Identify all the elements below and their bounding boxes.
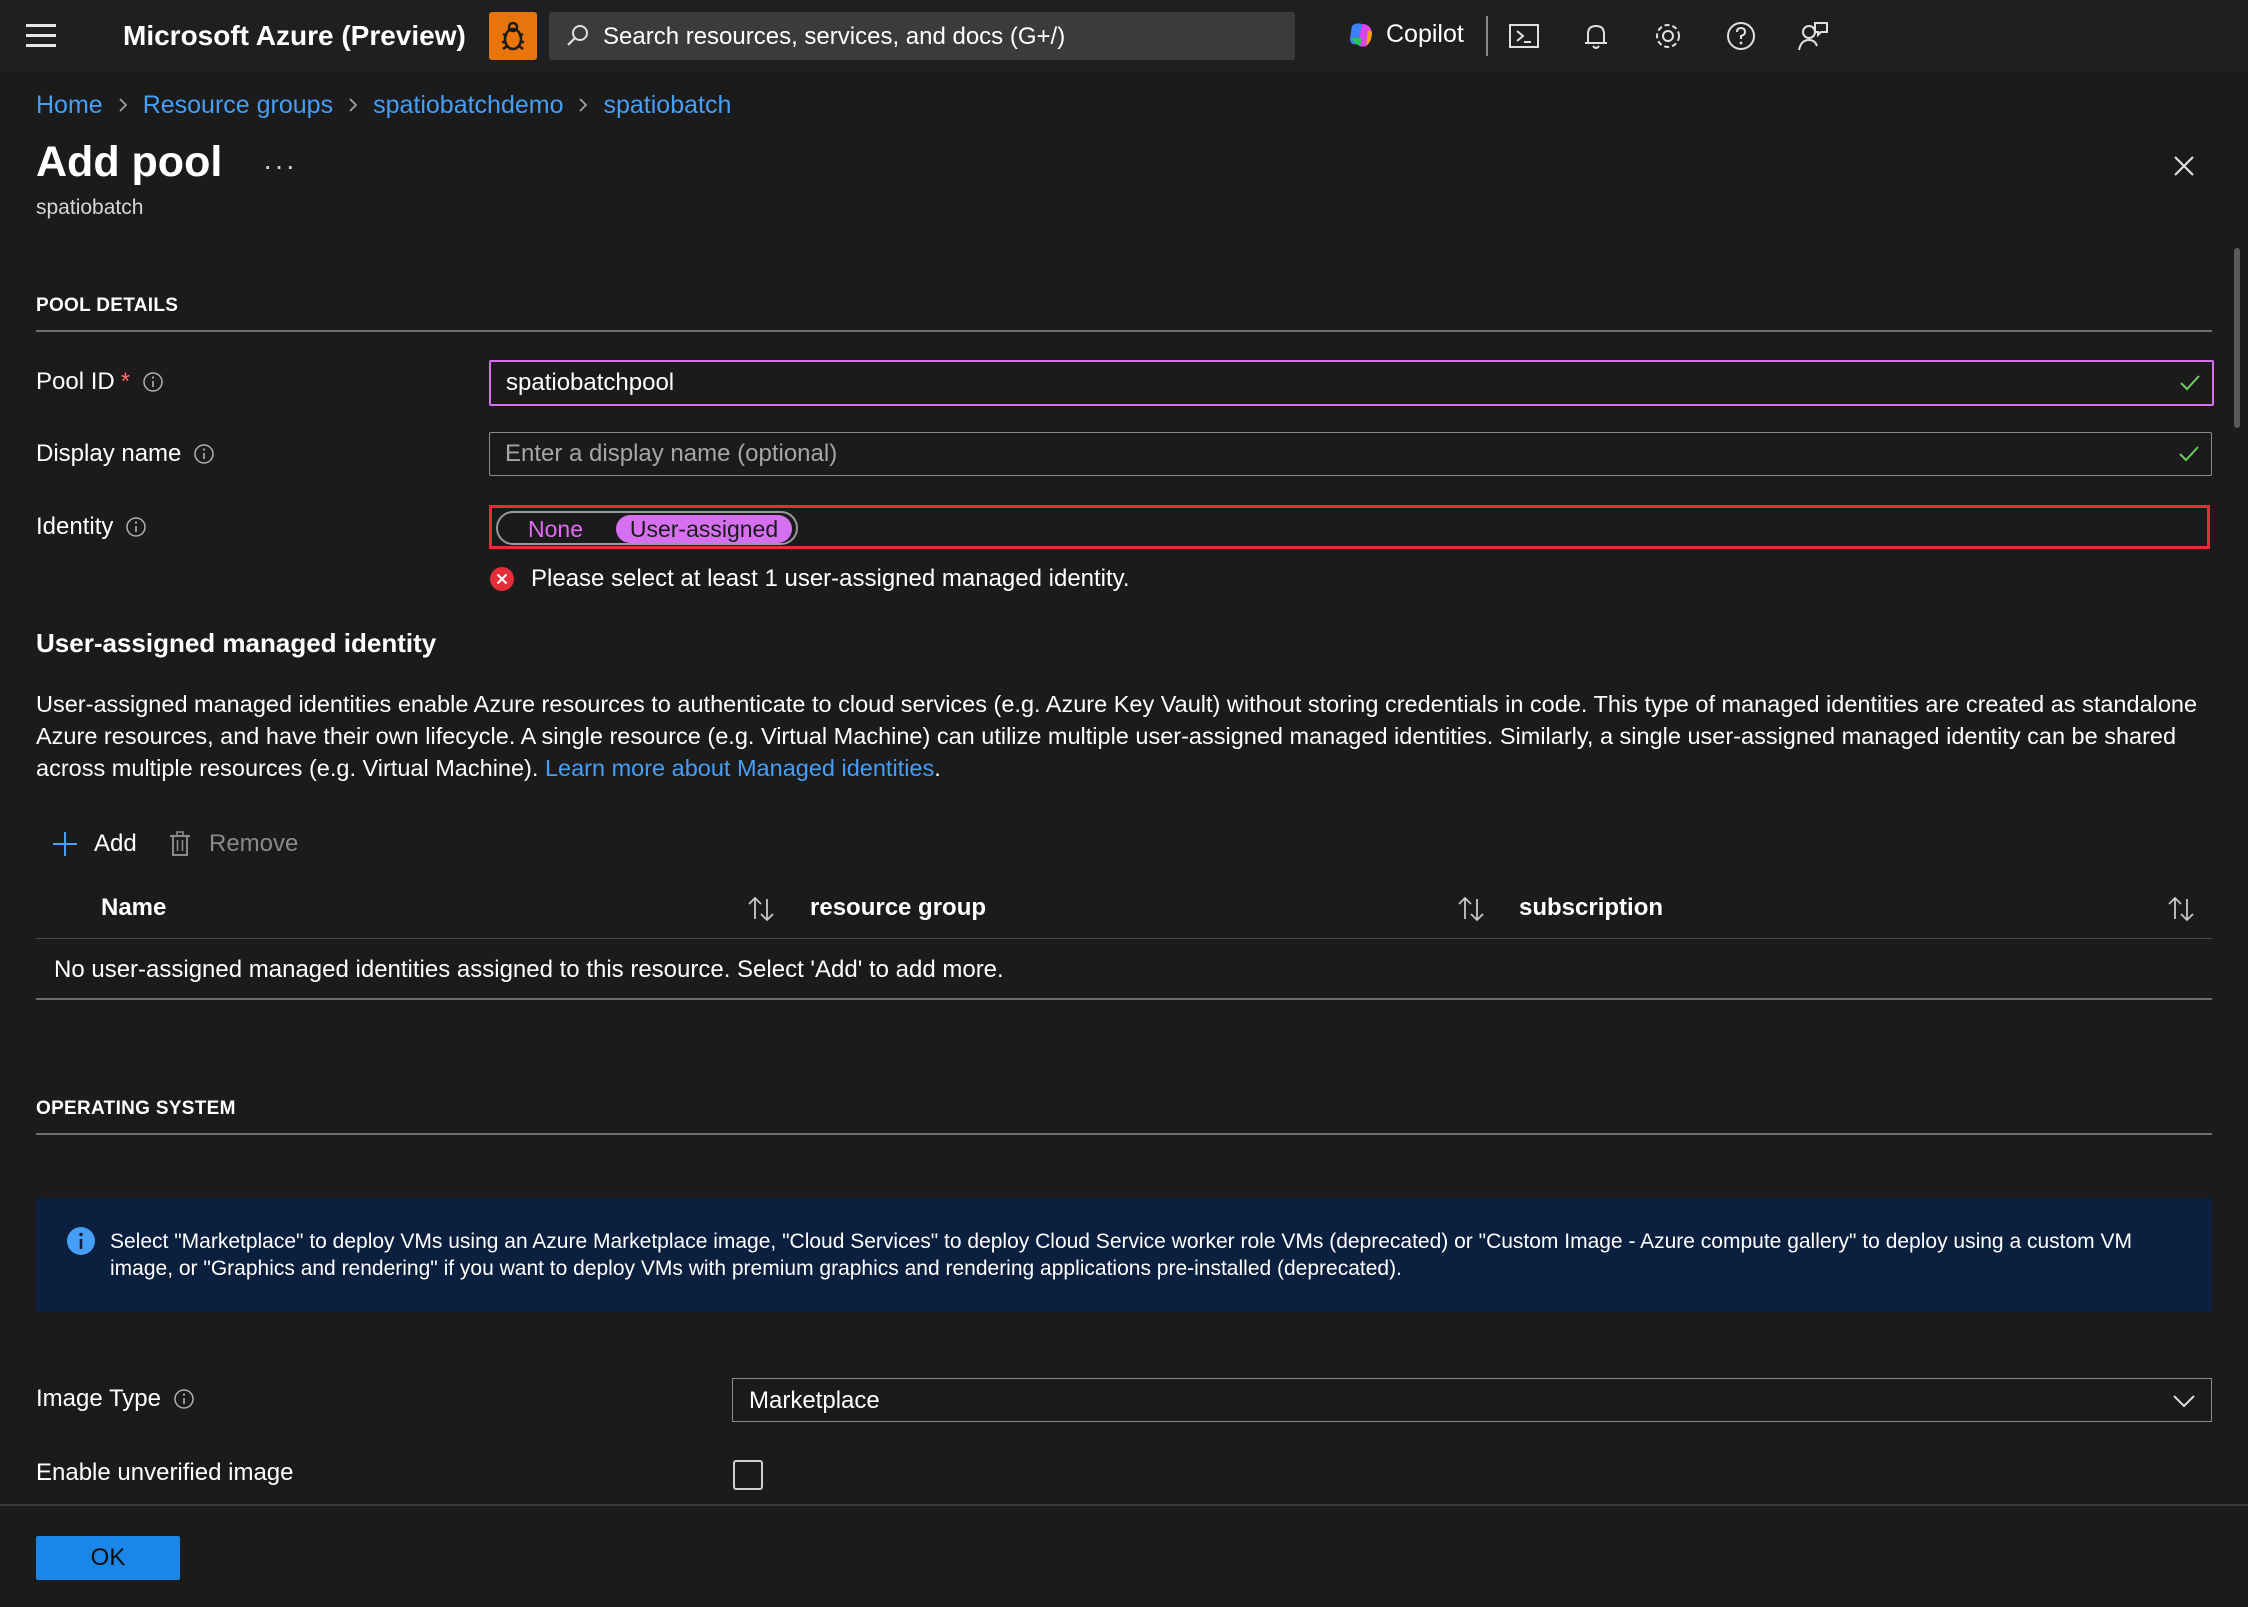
add-label: Add (94, 830, 137, 857)
section-divider (36, 1133, 2212, 1135)
info-banner-text: Select "Marketplace" to deploy VMs using… (110, 1230, 2132, 1280)
portal-brand[interactable]: Microsoft Azure (Preview) (123, 20, 466, 52)
enable-unverified-image-checkbox[interactable] (733, 1460, 763, 1490)
table-bottom-divider (36, 998, 2212, 1000)
error-text: Please select at least 1 user-assigned m… (531, 565, 1130, 592)
sort-arrows-icon[interactable] (745, 894, 777, 924)
chevron-down-icon (2173, 1395, 2195, 1408)
page-title: Add pool (36, 138, 223, 186)
image-type-dropdown[interactable]: Marketplace (732, 1378, 2212, 1422)
close-icon[interactable] (2168, 150, 2200, 182)
feedback-person-icon[interactable] (1795, 18, 1831, 54)
identity-toggle[interactable]: None User-assigned (496, 511, 798, 545)
copilot-icon (1350, 23, 1372, 47)
required-asterisk: * (120, 368, 131, 395)
page-scrollbar[interactable] (2234, 248, 2240, 428)
global-search-input[interactable]: Search resources, services, and docs (G+… (549, 12, 1295, 60)
pool-id-input[interactable]: spatiobatchpool (489, 360, 2214, 406)
image-type-value: Marketplace (749, 1387, 880, 1414)
section-divider (36, 330, 2212, 332)
page-subtitle: spatiobatch (36, 196, 144, 219)
table-header-divider (36, 938, 2212, 939)
table-empty-message: No user-assigned managed identities assi… (54, 956, 1004, 983)
error-circle-icon (490, 567, 514, 591)
remove-label: Remove (209, 830, 299, 857)
bug-report-button[interactable] (489, 12, 537, 60)
column-header-resource-group[interactable]: resource group (810, 894, 986, 922)
info-icon[interactable] (193, 443, 215, 465)
pool-id-field-label: Pool ID * (36, 368, 164, 396)
top-bar: Microsoft Azure (Preview) Search resourc… (0, 0, 2248, 72)
display-name-field-label: Display name (36, 440, 215, 468)
chevron-right-icon (119, 98, 127, 112)
pool-details-heading: POOL DETAILS (36, 295, 179, 316)
identity-selector: None User-assigned (489, 505, 2210, 549)
display-name-placeholder: Enter a display name (optional) (505, 440, 838, 467)
description-period: . (934, 755, 941, 781)
checkmark-icon (2180, 375, 2200, 391)
settings-gear-icon[interactable] (1650, 18, 1686, 54)
column-header-name[interactable]: Name (101, 894, 166, 922)
identity-field-label: Identity (36, 513, 147, 541)
toolbar-divider (1486, 16, 1488, 56)
sort-arrows-icon[interactable] (2165, 894, 2197, 924)
help-question-icon[interactable] (1723, 18, 1759, 54)
breadcrumb-resource-groups-link[interactable]: Resource groups (143, 91, 333, 120)
pool-id-value: spatiobatchpool (506, 369, 675, 396)
bug-icon (502, 21, 524, 51)
managed-identity-heading: User-assigned managed identity (36, 628, 437, 658)
breadcrumb: Home Resource groups spatiobatchdemo spa… (36, 88, 731, 122)
unverified-image-label: Enable unverified image (36, 1459, 294, 1486)
info-icon[interactable] (142, 371, 164, 393)
search-icon (567, 25, 588, 46)
remove-identity-button[interactable]: Remove (165, 824, 298, 864)
image-type-label: Image Type (36, 1385, 161, 1412)
image-type-info-banner: Select "Marketplace" to deploy VMs using… (36, 1198, 2212, 1312)
chevron-right-icon (579, 98, 588, 112)
info-filled-icon (67, 1227, 95, 1255)
trash-icon (170, 831, 190, 856)
description-text: User-assigned managed identities enable … (36, 691, 2198, 781)
blade-footer: OK (0, 1504, 2248, 1607)
checkmark-icon (2179, 446, 2199, 462)
plus-icon (53, 832, 77, 856)
ok-button[interactable]: OK (36, 1536, 180, 1580)
info-icon[interactable] (173, 1388, 195, 1410)
sort-arrows-icon[interactable] (1455, 894, 1487, 924)
column-header-subscription[interactable]: subscription (1519, 894, 1663, 922)
breadcrumb-batch-account-link[interactable]: spatiobatch (603, 91, 731, 120)
identity-error-message: Please select at least 1 user-assigned m… (489, 564, 1130, 594)
managed-identity-description: User-assigned managed identities enable … (36, 688, 2216, 784)
add-identity-button[interactable]: Add (50, 824, 137, 864)
display-name-label: Display name (36, 440, 182, 467)
identity-option-user-assigned[interactable]: User-assigned (616, 515, 792, 543)
more-options-button[interactable]: ··· (263, 150, 297, 182)
info-icon[interactable] (125, 516, 147, 538)
hamburger-menu-icon[interactable] (26, 22, 60, 50)
cloud-shell-icon[interactable] (1506, 18, 1542, 54)
search-placeholder: Search resources, services, and docs (G+… (603, 23, 1066, 50)
notifications-bell-icon[interactable] (1578, 18, 1614, 54)
breadcrumb-resource-group-link[interactable]: spatiobatchdemo (373, 91, 563, 120)
copilot-label: Copilot (1386, 20, 1464, 48)
identity-option-none[interactable]: None (528, 516, 583, 543)
breadcrumb-home-link[interactable]: Home (36, 91, 103, 120)
identity-label: Identity (36, 513, 114, 540)
display-name-input[interactable]: Enter a display name (optional) (489, 432, 2212, 476)
pool-id-label: Pool ID (36, 368, 115, 395)
operating-system-heading: OPERATING SYSTEM (36, 1098, 236, 1119)
image-type-field-label: Image Type (36, 1385, 195, 1413)
chevron-right-icon (349, 98, 358, 112)
learn-more-link[interactable]: Learn more about Managed identities (545, 755, 934, 781)
